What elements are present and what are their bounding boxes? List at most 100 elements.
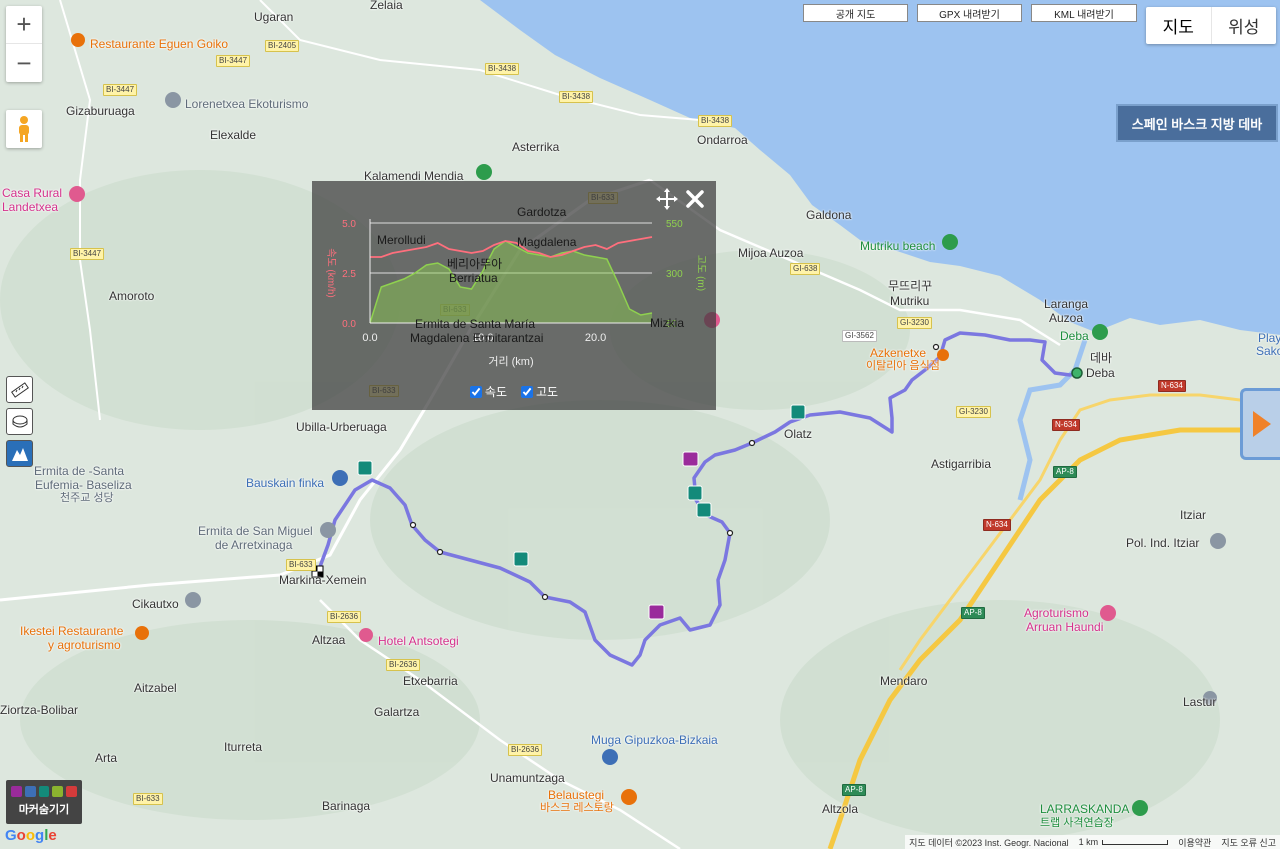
road-number-label: AP-8	[842, 784, 866, 796]
place-label[interactable]: Lastur	[1183, 695, 1216, 709]
road-number-label: BI-2636	[327, 611, 362, 623]
speed-toggle[interactable]: 속도	[469, 383, 507, 400]
place-label[interactable]: Ziortza-Bolibar	[0, 703, 78, 717]
scale-label: 1 km	[1078, 837, 1099, 847]
place-label[interactable]: Amoroto	[109, 289, 154, 303]
gpx-download-button[interactable]: GPX 내려받기	[917, 4, 1022, 22]
place-label[interactable]: Agroturismo	[1024, 606, 1089, 620]
place-label[interactable]: Eufemia- Baseliza	[35, 478, 132, 492]
place-label[interactable]: Arruan Haundi	[1026, 620, 1103, 634]
measure-tape-icon[interactable]	[6, 408, 33, 435]
place-label[interactable]: Barinaga	[322, 799, 370, 813]
place-label: Magdalena	[517, 235, 577, 249]
place-label[interactable]: Ikestei Restaurante	[20, 624, 123, 638]
place-label[interactable]: 이탈리아 음식점	[866, 359, 940, 373]
place-label[interactable]: Landetxea	[2, 200, 58, 214]
place-label: Merolludi	[377, 233, 426, 247]
place-label[interactable]: 트랩 사격연습장	[1040, 816, 1114, 830]
place-label[interactable]: Altzola	[822, 802, 858, 816]
x-axis-label: 거리 (km)	[488, 355, 533, 368]
road-number-label: GI-3562	[842, 330, 877, 342]
place-label[interactable]: Iturreta	[224, 740, 262, 754]
video-marker-icon	[24, 786, 36, 797]
place-label[interactable]: Elexalde	[210, 128, 256, 142]
kml-download-button[interactable]: KML 내려받기	[1031, 4, 1137, 22]
place-label[interactable]: Galdona	[806, 208, 851, 222]
place-label[interactable]: Ermita de San Miguel	[198, 524, 313, 538]
report-error-link[interactable]: 지도 오류 신고	[1221, 836, 1276, 849]
place-label[interactable]: Lorenetxea Ekoturismo	[185, 97, 308, 111]
speed-checkbox[interactable]	[469, 385, 482, 398]
place-label[interactable]: Play	[1258, 331, 1280, 345]
place-label[interactable]: 데바	[1090, 351, 1112, 365]
place-label[interactable]: Asterrika	[512, 140, 559, 154]
altitude-checkbox[interactable]	[521, 385, 533, 398]
map-type-map-button[interactable]: 지도	[1146, 7, 1212, 44]
place-label[interactable]: Gizaburuaga	[66, 104, 135, 118]
place-label[interactable]: Aitzabel	[134, 681, 177, 695]
public-map-button[interactable]: 공개 지도	[803, 4, 908, 22]
next-arrow-button[interactable]	[1240, 388, 1280, 460]
place-label[interactable]: Pol. Ind. Itziar	[1126, 536, 1199, 550]
place-label[interactable]: Ondarroa	[697, 133, 748, 147]
place-label[interactable]: 천주교 성당	[60, 491, 114, 505]
place-label[interactable]: Restaurante Eguen Goiko	[90, 37, 228, 51]
street-view-pegman-icon[interactable]	[6, 110, 42, 148]
place-label[interactable]: Ugaran	[254, 10, 293, 24]
place-label[interactable]: Astigarribia	[931, 457, 991, 471]
alert-marker-icon	[66, 786, 77, 797]
y-left-axis-label: 속도 (km/h)	[325, 248, 337, 298]
place-label[interactable]: Unamuntzaga	[490, 771, 565, 785]
place-label[interactable]: Ermita de -Santa	[34, 464, 124, 478]
place-label[interactable]: Laranga	[1044, 297, 1088, 311]
place-label[interactable]: Deba	[1060, 329, 1089, 343]
place-label[interactable]: 바스크 레스토랑	[540, 801, 614, 815]
place-label[interactable]: LARRASKANDA	[1040, 802, 1129, 816]
place-label[interactable]: Muga Gipuzkoa-Bizkaia	[591, 733, 718, 747]
terms-link[interactable]: 이용약관	[1178, 836, 1211, 849]
place-label[interactable]: Casa Rural	[2, 186, 62, 200]
end-pin-icon[interactable]	[1071, 367, 1083, 379]
map-type-control: 지도 위성	[1146, 7, 1276, 44]
place-label[interactable]: Ubilla-Urberuaga	[296, 420, 387, 434]
marker-toggle-box[interactable]: 마커숨기기	[6, 780, 82, 824]
place-label[interactable]: Olatz	[784, 427, 812, 441]
scale-bar[interactable]: 1 km	[1079, 837, 1169, 847]
elevation-profile-panel: 0.0 2.5 5.0 50 300 550 0.0 10.0 20.0 속도 (km/h) 고도 …	[312, 181, 716, 410]
zoom-in-button[interactable]: +	[6, 6, 42, 44]
place-label[interactable]: Etxebarria	[403, 674, 458, 688]
info-marker-icon	[38, 786, 50, 797]
place-label[interactable]: Deba	[1086, 366, 1115, 380]
place-label[interactable]: Zelaia	[370, 0, 403, 12]
move-icon[interactable]	[655, 187, 679, 217]
close-icon[interactable]	[685, 189, 705, 215]
place-label[interactable]: Mutriku	[890, 294, 929, 308]
zoom-out-button[interactable]: −	[6, 44, 42, 82]
place-label: 베리아뚜아	[447, 257, 503, 271]
place-label[interactable]: Belaustegi	[548, 788, 604, 802]
altitude-toggle[interactable]: 고도	[521, 383, 558, 400]
place-label[interactable]: Sako	[1256, 344, 1280, 358]
place-label[interactable]: Mijoa Auzoa	[738, 246, 803, 260]
place-label[interactable]: 무뜨리꾸	[888, 279, 932, 293]
place-label[interactable]: Galartza	[374, 705, 419, 719]
place-label[interactable]: Itziar	[1180, 508, 1206, 522]
place-label[interactable]: Markina-Xemein	[279, 573, 366, 587]
map-canvas[interactable]	[0, 0, 1280, 849]
place-label[interactable]: y agroturismo	[48, 638, 121, 652]
place-label[interactable]: Altzaa	[312, 633, 345, 647]
elevation-profile-icon[interactable]	[6, 440, 33, 467]
place-label[interactable]: Mendaro	[880, 674, 927, 688]
map-type-satellite-button[interactable]: 위성	[1212, 7, 1277, 44]
place-label[interactable]: Mutriku beach	[860, 239, 935, 253]
place-label[interactable]: Arta	[95, 751, 117, 765]
place-label[interactable]: de Arretxinaga	[215, 538, 292, 552]
place-label[interactable]: Cikautxo	[132, 597, 179, 611]
place-label[interactable]: Bauskain finka	[246, 476, 324, 490]
photo-marker-icon	[11, 786, 22, 797]
place-label[interactable]: Auzoa	[1049, 311, 1083, 325]
ruler-tool-icon[interactable]	[6, 376, 33, 403]
place-label[interactable]: Hotel Antsotegi	[378, 634, 459, 648]
marker-hide-label: 마커숨기기	[18, 804, 70, 816]
place-label[interactable]: Azkenetxe	[870, 346, 926, 360]
